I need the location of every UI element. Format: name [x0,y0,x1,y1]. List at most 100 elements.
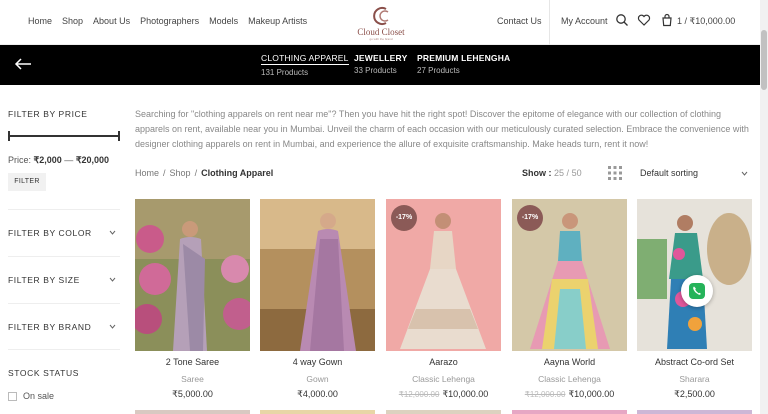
product-card-next-row [386,410,501,414]
product-image[interactable]: -17% [386,199,501,351]
show-separator: / [566,168,570,178]
site-header: Home Shop About Us Photographers Models … [0,0,768,45]
sort-dropdown[interactable]: Default sorting [640,168,750,178]
sort-selected: Default sorting [640,168,699,178]
price-max: ₹20,000 [75,155,110,165]
price-slider-max-handle[interactable] [118,131,120,141]
show-option-25[interactable]: 25 [554,168,564,178]
grid-view-icon[interactable] [608,166,622,180]
category-title: JEWELLERY [354,53,408,63]
nav-photographers[interactable]: Photographers [140,16,199,26]
filter-size-row[interactable]: FILTER BY SIZE [8,256,120,302]
breadcrumb-current: Clothing Apparel [201,168,274,178]
product-price: ₹12,000.00 ₹10,000.00 [512,389,627,400]
category-clothing-apparel[interactable]: CLOTHING APPAREL 131 Products [261,53,349,77]
product-price-old: ₹12,000.00 [524,390,566,399]
filter-color-label: FILTER BY COLOR [8,228,92,238]
category-premium-lehengha[interactable]: PREMIUM LEHENGHA 27 Products [417,53,510,75]
price-separator: — [64,155,74,165]
whatsapp-call-button[interactable] [681,275,713,307]
my-account-link[interactable]: My Account [561,16,608,26]
nav-home[interactable]: Home [28,16,52,26]
logo-tagline: go with the brand [369,37,393,41]
product-category[interactable]: Saree [135,374,250,384]
filter-color-row[interactable]: FILTER BY COLOR [8,209,120,255]
on-sale-label: On sale [23,391,55,401]
category-jewellery[interactable]: JEWELLERY 33 Products [354,53,407,75]
product-category[interactable]: Gown [260,374,375,384]
discount-badge: -17% [517,205,543,231]
price-slider-min-handle[interactable] [8,131,10,141]
filter-size-label: FILTER BY SIZE [8,275,80,285]
product-name[interactable]: Aayna World [512,357,627,367]
header-divider [549,0,550,45]
show-option-50[interactable]: 50 [572,168,582,178]
product-card-next-row [135,410,250,414]
page-scrollbar[interactable] [760,0,768,414]
logo-text: Cloud Closet [357,27,405,37]
price-min: ₹2,000 [33,155,62,165]
chevron-down-icon [109,324,116,329]
product-price-current: ₹4,000.00 [297,389,338,399]
chevron-down-icon [741,171,748,176]
heart-icon[interactable] [637,13,651,27]
nav-contact[interactable]: Contact Us [497,16,542,26]
product-name[interactable]: Aarazo [386,357,501,367]
chevron-down-icon [109,277,116,282]
product-category[interactable]: Classic Lehenga [386,374,501,384]
product-image[interactable] [260,199,375,351]
chevron-down-icon [109,230,116,235]
nav-makeup-artists[interactable]: Makeup Artists [248,16,307,26]
filter-price-title: FILTER BY PRICE [8,109,88,119]
cart-icon[interactable] [660,13,674,27]
category-intro-text: Searching for "clothing apparels on rent… [135,109,749,149]
per-page-selector: Show : 25 / 50 [522,168,582,178]
nav-models[interactable]: Models [209,16,238,26]
breadcrumb-shop[interactable]: Shop [170,168,191,178]
product-image[interactable]: -17% [512,199,627,351]
price-label: Price: [8,155,32,165]
product-name[interactable]: 2 Tone Saree [135,357,250,367]
breadcrumb-separator: / [163,168,166,178]
category-title: PREMIUM LEHENGHA [417,53,511,63]
stock-status-title: STOCK STATUS [8,368,79,378]
product-price-current: ₹10,000.00 [442,389,489,399]
product-name[interactable]: Abstract Co-ord Set [637,357,752,367]
filter-brand-row[interactable]: FILTER BY BRAND [8,303,120,349]
product-price-current: ₹10,000.00 [568,389,615,399]
main-nav: Home Shop About Us Photographers Models … [28,16,307,26]
product-card-next-row [512,410,627,414]
product-photo-saree [135,199,250,351]
filter-button[interactable]: FILTER [8,173,46,191]
category-count: 33 Products [354,66,397,75]
show-label: Show : [522,168,552,178]
sidebar-divider [8,349,120,350]
product-image[interactable] [135,199,250,351]
back-arrow-icon[interactable] [14,57,32,71]
breadcrumb-home[interactable]: Home [135,168,159,178]
product-price: ₹12,000.00 ₹10,000.00 [386,389,501,400]
scrollbar-thumb[interactable] [761,30,767,90]
price-slider[interactable] [8,131,120,141]
category-bar: CLOTHING APPAREL 131 Products JEWELLERY … [0,45,760,85]
product-price-current: ₹5,000.00 [172,389,213,399]
product-name[interactable]: 4 way Gown [260,357,375,367]
category-count: 131 Products [261,68,309,77]
nav-shop[interactable]: Shop [62,16,83,26]
phone-icon [689,283,705,299]
product-card-next-row [637,410,752,414]
logo-mark-icon [373,7,389,25]
stock-on-sale-option[interactable]: On sale [8,391,54,401]
product-category[interactable]: Classic Lehenga [512,374,627,384]
filter-brand-label: FILTER BY BRAND [8,322,92,332]
logo[interactable]: Cloud Closet go with the brand [353,6,409,41]
product-price: ₹4,000.00 [260,389,375,400]
product-category[interactable]: Sharara [637,374,752,384]
product-photo-gown [260,199,375,351]
on-sale-checkbox[interactable] [8,391,17,401]
cart-summary[interactable]: 1 / ₹10,000.00 [677,16,735,27]
price-range-text: Price: ₹2,000 — ₹20,000 [8,155,109,166]
nav-about[interactable]: About Us [93,16,130,26]
product-price: ₹5,000.00 [135,389,250,400]
search-icon[interactable] [615,13,629,27]
